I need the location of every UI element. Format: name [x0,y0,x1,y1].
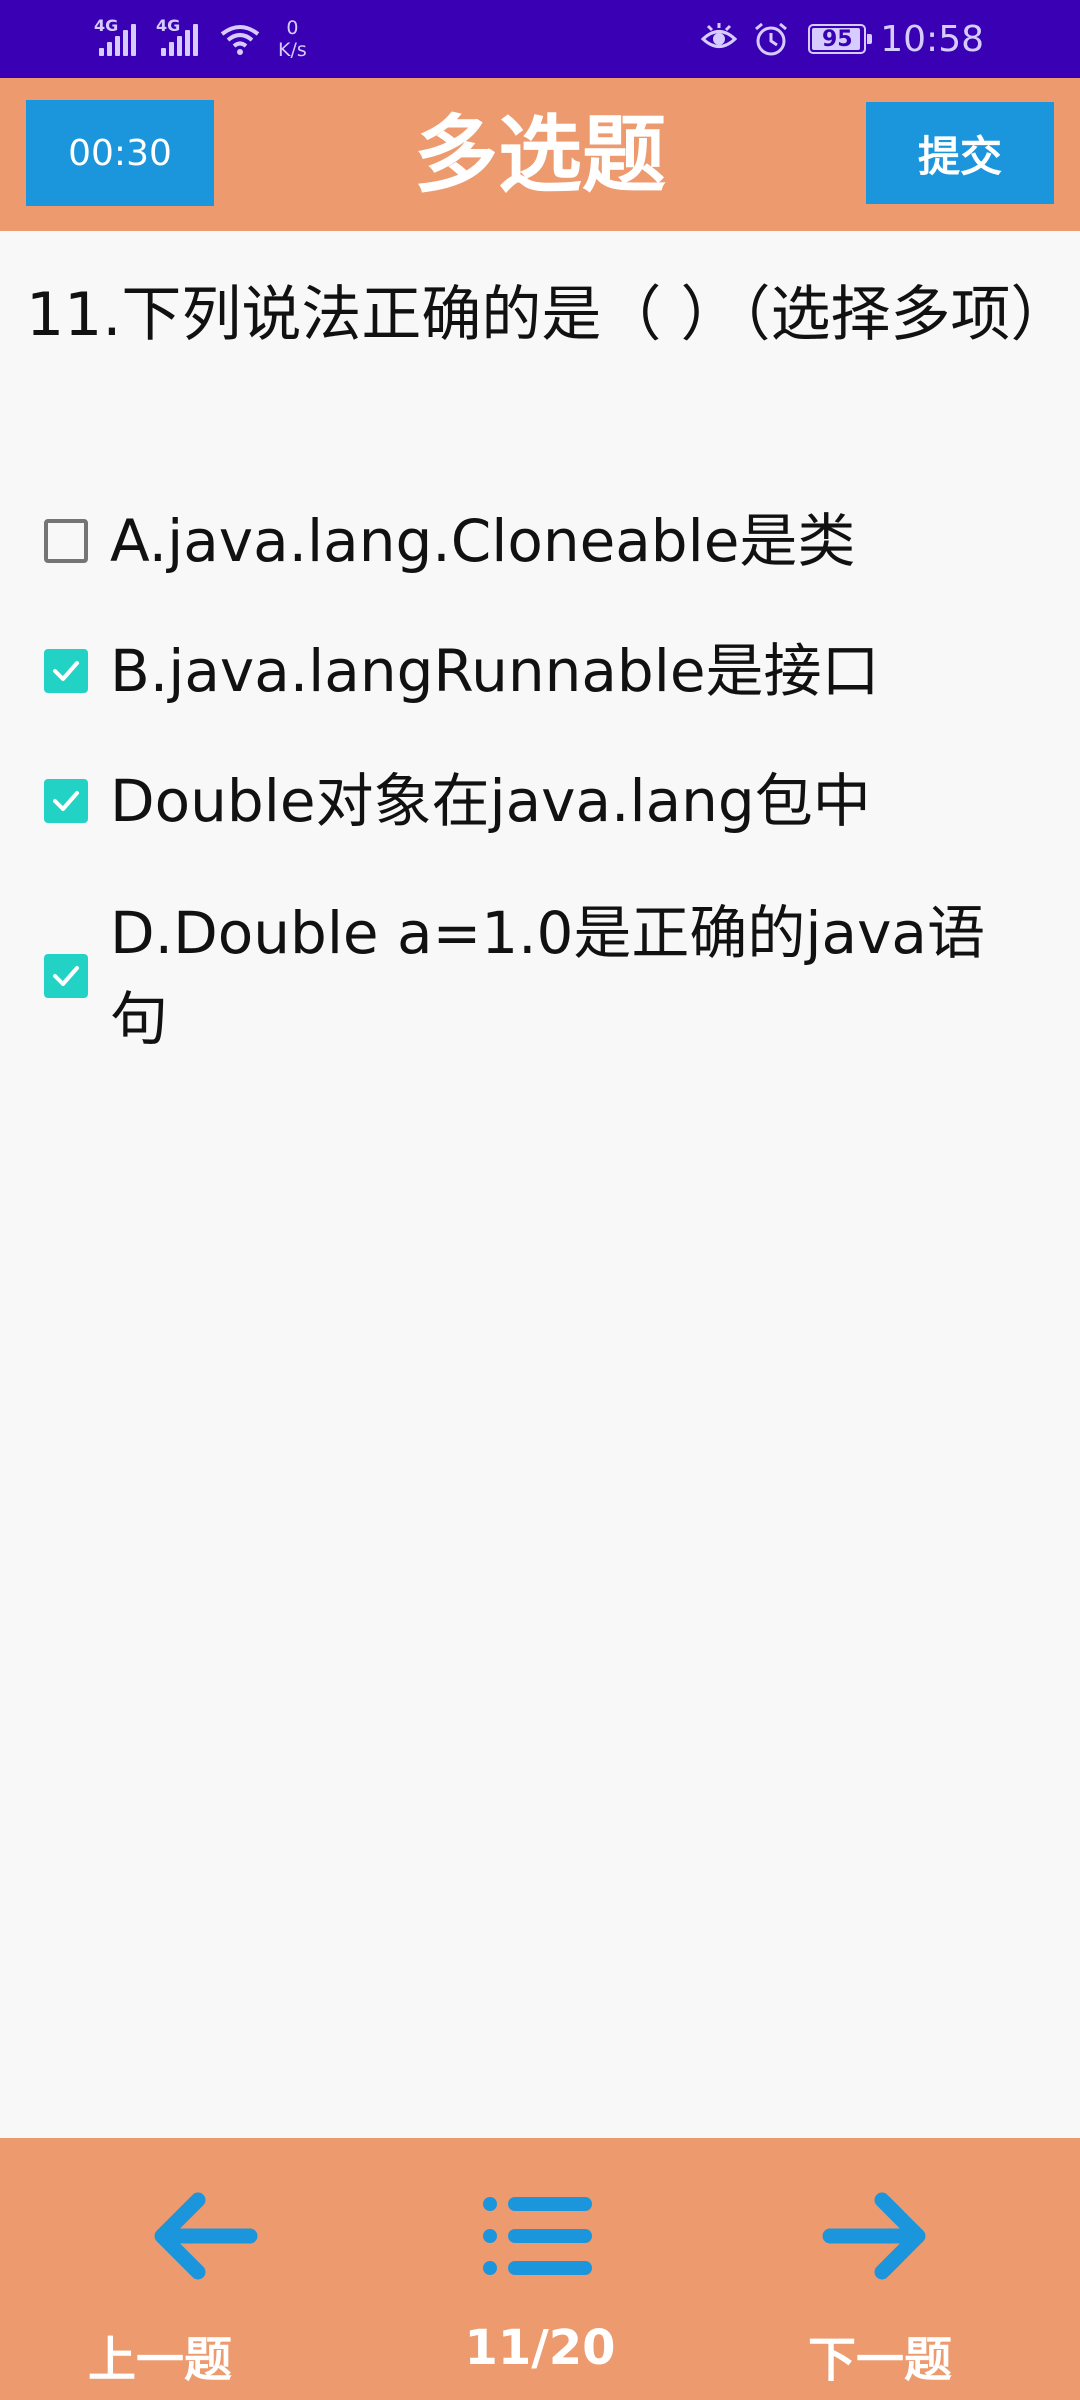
status-bar: 4G 4G 0 K/s 95 10:58 [0,0,1080,78]
list-icon [483,2197,592,2275]
option-a[interactable]: A.java.lang.Cloneable是类 [44,498,1054,584]
signal-icon: 4G [156,16,198,56]
net-speed-unit: K/s [278,39,307,61]
option-b[interactable]: B.java.langRunnable是接口 [44,628,1054,714]
arrow-right-icon [822,2192,926,2280]
status-right: 95 10:58 [686,14,984,64]
alarm-icon [755,22,788,56]
option-d-label: D.Double a=1.0是正确的java语句 [110,899,985,1053]
prev-question-button[interactable]: 上一题 [40,2138,340,2400]
timer-button[interactable]: 00:30 [26,100,214,206]
option-c-label: Double对象在java.lang包中 [110,767,871,835]
option-a-label: A.java.lang.Cloneable是类 [110,507,856,575]
battery-icon: 95 [808,24,873,54]
next-question-label: 下一题 [807,2332,952,2388]
question-progress: 11/20 [464,2320,616,2376]
battery-level: 95 [821,26,853,52]
arrow-left-icon [154,2192,258,2280]
question-list-button[interactable]: 11/20 [390,2138,690,2400]
bottom-nav-bar: 上一题 11/20 下一题 [0,2138,1080,2400]
submit-button[interactable]: 提交 [866,102,1054,204]
option-d[interactable]: D.Double a=1.0是正确的java语句 [44,890,1054,1062]
prev-question-label: 上一题 [87,2332,232,2388]
signal-icon: 4G [94,16,136,56]
signal-type-label: 4G [156,16,181,35]
question-text: 11.下列说法正确的是（ ）（选择多项） [26,280,1071,350]
net-speed: 0 K/s [278,17,307,61]
next-question-button[interactable]: 下一题 [740,2138,1040,2400]
option-b-label: B.java.langRunnable是接口 [110,637,880,705]
checkbox-checked-icon[interactable] [44,649,88,693]
net-speed-value: 0 [286,17,299,39]
signal-type-label: 4G [94,16,119,35]
wifi-icon [220,25,260,55]
status-left: 4G 4G 0 K/s [94,14,307,64]
eye-icon [701,23,738,48]
status-time: 10:58 [880,18,984,60]
top-app-bar: 多选题 00:30 提交 [0,78,1080,231]
checkbox-checked-icon[interactable] [44,779,88,823]
checkbox-unchecked-icon[interactable] [44,519,88,563]
option-c[interactable]: Double对象在java.lang包中 [44,758,1054,844]
checkbox-checked-icon[interactable] [44,954,88,998]
